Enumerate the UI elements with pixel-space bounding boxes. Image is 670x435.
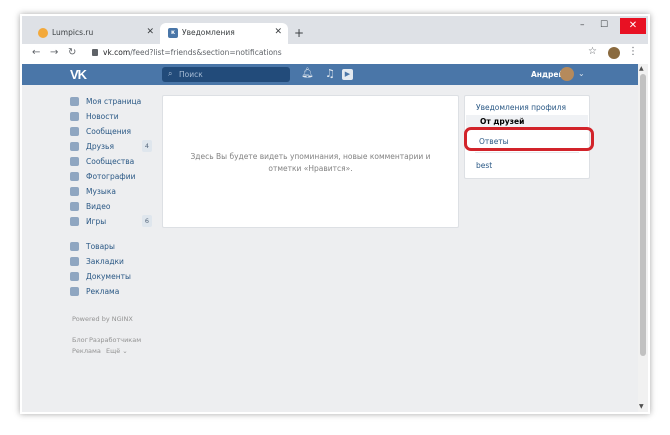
sidebar-item-label: Музыка	[86, 187, 116, 196]
sidebar-item-bookmarks[interactable]: Закладки	[70, 255, 155, 270]
highlight-annotation	[464, 127, 594, 151]
friends-icon	[70, 142, 79, 151]
bell-icon[interactable]: 🔔︎	[301, 68, 314, 79]
tab-lumpics[interactable]: Lumpics.ru ✕	[30, 23, 160, 44]
empty-message: Здесь Вы будете видеть упоминания, новые…	[163, 151, 458, 175]
profile-avatar[interactable]	[608, 47, 620, 59]
vk-favicon-icon: к	[168, 28, 178, 38]
page-viewport: VK ⌕ Поиск 🔔︎ ♫ ▶ Андрей ⌄ Моя страница …	[22, 64, 648, 412]
documents-icon	[70, 272, 79, 281]
minimize-button[interactable]: –	[580, 20, 585, 30]
vk-header: VK ⌕ Поиск 🔔︎ ♫ ▶ Андрей ⌄	[22, 64, 638, 85]
groups-icon	[70, 157, 79, 166]
sidebar-item-label: Товары	[86, 242, 115, 251]
sidebar-item-games[interactable]: Игры 6	[70, 215, 155, 230]
music-note-icon[interactable]: ♫	[325, 67, 335, 80]
empty-message-line1: Здесь Вы будете видеть упоминания, новые…	[190, 152, 431, 161]
lock-icon	[92, 49, 98, 56]
url-host: vk.com	[103, 48, 131, 57]
news-icon	[70, 112, 79, 121]
close-window-button[interactable]: ✕	[620, 18, 646, 34]
home-icon	[70, 97, 79, 106]
sidebar-item-label: Закладки	[86, 257, 124, 266]
messages-icon	[70, 127, 79, 136]
sidebar-item-news[interactable]: Новости	[70, 110, 155, 125]
left-sidebar: Моя страница Новости Сообщения Друзья 4 С…	[70, 95, 155, 300]
sidebar-item-friends[interactable]: Друзья 4	[70, 140, 155, 155]
footer-link-blog[interactable]: Блог	[72, 336, 88, 344]
sidebar-item-my-page[interactable]: Моя страница	[70, 95, 155, 110]
sidebar-item-music[interactable]: Музыка	[70, 185, 155, 200]
games-icon	[70, 217, 79, 226]
notifications-panel: Здесь Вы будете видеть упоминания, новые…	[162, 95, 459, 228]
chevron-down-icon[interactable]: ⌄	[578, 69, 585, 78]
tab-title: Lumpics.ru	[52, 28, 94, 37]
sidebar-item-groups[interactable]: Сообщества	[70, 155, 155, 170]
games-count-badge: 6	[142, 215, 152, 227]
bookmark-star-icon[interactable]: ☆	[588, 46, 597, 57]
search-input[interactable]: ⌕ Поиск	[162, 67, 290, 82]
tab-strip: Lumpics.ru ✕ к Уведомления ✕ + – ☐ ✕	[22, 16, 648, 44]
address-bar[interactable]: vk.com/feed?list=friends&section=notific…	[103, 48, 282, 57]
footer-link-developers[interactable]: Разработчикам	[89, 336, 141, 344]
search-icon: ⌕	[168, 69, 173, 78]
video-icon	[70, 202, 79, 211]
sidebar-separator	[70, 230, 155, 240]
empty-message-line2: отметки «Нравится».	[268, 164, 353, 173]
sidebar-item-label: Моя страница	[86, 97, 142, 106]
filter-divider	[475, 152, 579, 153]
photos-icon	[70, 172, 79, 181]
sidebar-item-ads[interactable]: Реклама	[70, 285, 155, 300]
sidebar-item-label: Игры	[86, 217, 107, 226]
sidebar-item-goods[interactable]: Товары	[70, 240, 155, 255]
maximize-button[interactable]: ☐	[600, 20, 608, 30]
footer-link-more[interactable]: Ещё ⌄	[106, 347, 128, 355]
search-placeholder: Поиск	[179, 70, 203, 79]
sidebar-item-video[interactable]: Видео	[70, 200, 155, 215]
user-avatar[interactable]	[560, 67, 574, 81]
browser-toolbar: ← → ↻ vk.com/feed?list=friends&section=n…	[22, 44, 648, 64]
new-tab-button[interactable]: +	[294, 26, 304, 40]
sidebar-item-label: Новости	[86, 112, 119, 121]
tab-close-icon[interactable]: ✕	[274, 27, 282, 37]
bookmarks-icon	[70, 257, 79, 266]
filter-best[interactable]: best	[476, 161, 492, 170]
tab-notifications[interactable]: к Уведомления ✕	[160, 23, 288, 44]
play-icon[interactable]: ▶	[342, 69, 353, 80]
sidebar-item-label: Фотографии	[86, 172, 136, 181]
sidebar-item-label: Сообщества	[86, 157, 135, 166]
sidebar-item-label: Видео	[86, 202, 111, 211]
scrollbar-thumb[interactable]	[640, 74, 646, 356]
powered-by-text: Powered by NGINX	[72, 315, 133, 323]
back-arrow-icon[interactable]: ←	[32, 47, 40, 58]
sidebar-item-messages[interactable]: Сообщения	[70, 125, 155, 140]
browser-window: Lumpics.ru ✕ к Уведомления ✕ + – ☐ ✕ ← →…	[22, 16, 648, 412]
url-path: /feed?list=friends&section=notifications	[130, 48, 282, 57]
scroll-down-icon[interactable]: ▼	[639, 403, 644, 410]
music-icon	[70, 187, 79, 196]
sidebar-item-label: Документы	[86, 272, 131, 281]
sidebar-item-label: Друзья	[86, 142, 114, 151]
reload-icon[interactable]: ↻	[68, 47, 76, 58]
footer-link-ads[interactable]: Реклама	[72, 347, 101, 355]
ads-icon	[70, 287, 79, 296]
user-name[interactable]: Андрей	[531, 70, 564, 79]
more-menu-icon[interactable]: ⋮	[628, 46, 638, 57]
sidebar-item-documents[interactable]: Документы	[70, 270, 155, 285]
tab-close-icon[interactable]: ✕	[146, 27, 154, 37]
filter-from-friends-label: От друзей	[480, 117, 525, 126]
scroll-up-icon[interactable]: ▲	[639, 65, 644, 72]
sidebar-item-photos[interactable]: Фотографии	[70, 170, 155, 185]
vk-logo[interactable]: VK	[70, 67, 87, 82]
friends-count-badge: 4	[142, 140, 152, 152]
goods-icon	[70, 242, 79, 251]
forward-arrow-icon[interactable]: →	[50, 47, 58, 58]
page-scrollbar[interactable]: ▲ ▼	[638, 64, 648, 412]
tab-title: Уведомления	[182, 28, 235, 37]
filter-profile-notifications[interactable]: Уведомления профиля	[476, 103, 566, 112]
lumpics-favicon-icon	[38, 28, 48, 38]
sidebar-item-label: Реклама	[86, 287, 120, 296]
sidebar-item-label: Сообщения	[86, 127, 132, 136]
